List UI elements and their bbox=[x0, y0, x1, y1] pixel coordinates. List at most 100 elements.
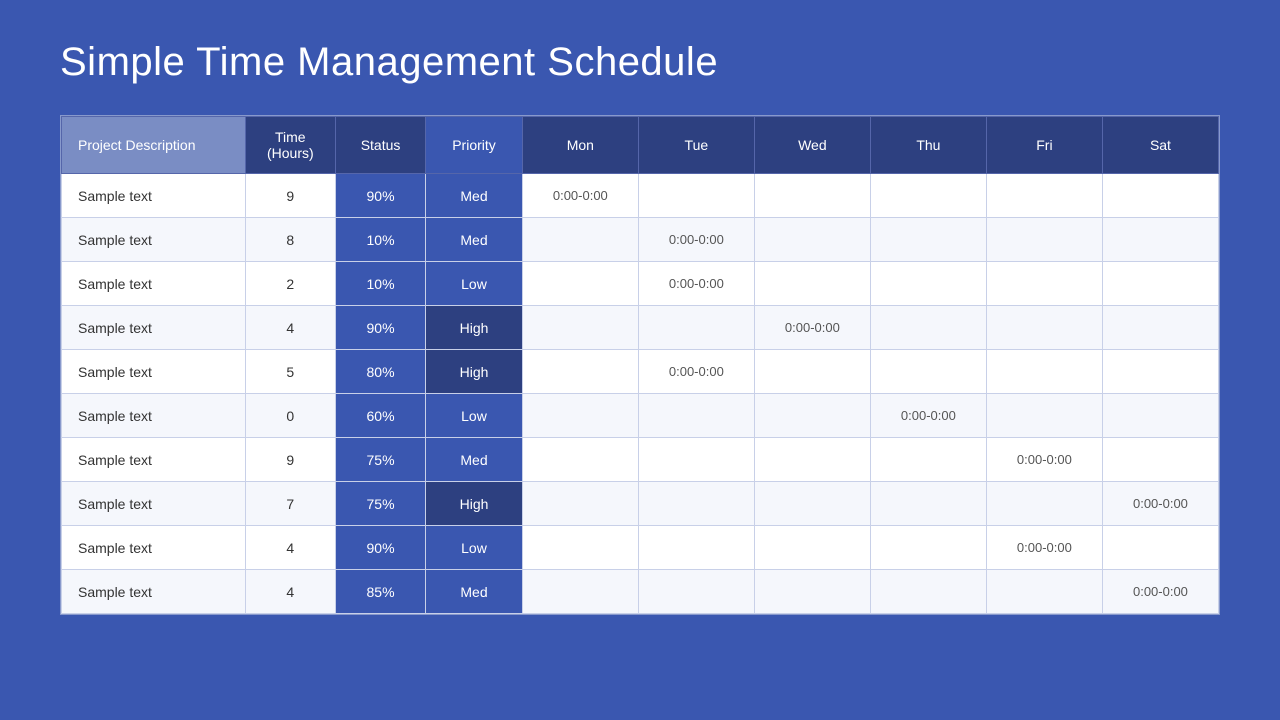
col-header-thu: Thu bbox=[870, 117, 986, 174]
thu-cell bbox=[870, 482, 986, 526]
mon-cell bbox=[522, 350, 638, 394]
table-body: Sample text990%Med0:00-0:00Sample text81… bbox=[62, 174, 1219, 614]
mon-cell bbox=[522, 306, 638, 350]
sat-cell bbox=[1102, 306, 1218, 350]
fri-cell bbox=[986, 262, 1102, 306]
sat-cell bbox=[1102, 526, 1218, 570]
page-title: Simple Time Management Schedule bbox=[60, 40, 718, 85]
tue-cell bbox=[638, 306, 754, 350]
col-header-wed: Wed bbox=[754, 117, 870, 174]
tue-cell bbox=[638, 526, 754, 570]
table-header: Project DescriptionTime (Hours)StatusPri… bbox=[62, 117, 1219, 174]
mon-cell: 0:00-0:00 bbox=[522, 174, 638, 218]
col-header-sat: Sat bbox=[1102, 117, 1218, 174]
col-header-project-desc: Project Description bbox=[62, 117, 246, 174]
thu-cell bbox=[870, 526, 986, 570]
mon-cell bbox=[522, 482, 638, 526]
time-cell: 8 bbox=[245, 218, 335, 262]
wed-cell bbox=[754, 394, 870, 438]
col-header-tue: Tue bbox=[638, 117, 754, 174]
col-header-mon: Mon bbox=[522, 117, 638, 174]
time-cell: 7 bbox=[245, 482, 335, 526]
wed-cell bbox=[754, 526, 870, 570]
priority-cell: High bbox=[426, 306, 523, 350]
wed-cell bbox=[754, 174, 870, 218]
mon-cell bbox=[522, 262, 638, 306]
sat-cell bbox=[1102, 174, 1218, 218]
project-desc-cell: Sample text bbox=[62, 526, 246, 570]
sat-cell bbox=[1102, 438, 1218, 482]
table-row: Sample text210%Low 0:00-0:00 bbox=[62, 262, 1219, 306]
sat-cell bbox=[1102, 218, 1218, 262]
status-cell: 75% bbox=[335, 482, 425, 526]
status-cell: 10% bbox=[335, 218, 425, 262]
table-row: Sample text060%Low 0:00-0:00 bbox=[62, 394, 1219, 438]
table-row: Sample text490%High0:00-0:00 bbox=[62, 306, 1219, 350]
time-cell: 4 bbox=[245, 306, 335, 350]
table-row: Sample text810%Med 0:00-0:00 bbox=[62, 218, 1219, 262]
sat-cell: 0:00-0:00 bbox=[1102, 482, 1218, 526]
status-cell: 90% bbox=[335, 174, 425, 218]
thu-cell bbox=[870, 218, 986, 262]
table-row: Sample text580%High0:00-0:00 bbox=[62, 350, 1219, 394]
col-header-status: Status bbox=[335, 117, 425, 174]
table-row: Sample text490%Low 0:00-0:00 bbox=[62, 526, 1219, 570]
status-cell: 60% bbox=[335, 394, 425, 438]
sat-cell bbox=[1102, 350, 1218, 394]
project-desc-cell: Sample text bbox=[62, 350, 246, 394]
fri-cell: 0:00-0:00 bbox=[986, 526, 1102, 570]
table-row: Sample text775%High0:00-0:00 bbox=[62, 482, 1219, 526]
fri-cell bbox=[986, 218, 1102, 262]
priority-cell: Low bbox=[426, 394, 523, 438]
project-desc-cell: Sample text bbox=[62, 174, 246, 218]
thu-cell bbox=[870, 350, 986, 394]
time-cell: 5 bbox=[245, 350, 335, 394]
schedule-table: Project DescriptionTime (Hours)StatusPri… bbox=[60, 115, 1220, 615]
priority-cell: Med bbox=[426, 438, 523, 482]
status-cell: 90% bbox=[335, 526, 425, 570]
tue-cell bbox=[638, 438, 754, 482]
tue-cell: 0:00-0:00 bbox=[638, 262, 754, 306]
time-cell: 4 bbox=[245, 526, 335, 570]
tue-cell: 0:00-0:00 bbox=[638, 350, 754, 394]
project-desc-cell: Sample text bbox=[62, 306, 246, 350]
thu-cell bbox=[870, 262, 986, 306]
time-cell: 9 bbox=[245, 438, 335, 482]
col-header-fri: Fri bbox=[986, 117, 1102, 174]
thu-cell bbox=[870, 174, 986, 218]
time-cell: 0 bbox=[245, 394, 335, 438]
priority-cell: Med bbox=[426, 218, 523, 262]
project-desc-cell: Sample text bbox=[62, 394, 246, 438]
sat-cell bbox=[1102, 394, 1218, 438]
status-cell: 85% bbox=[335, 570, 425, 614]
tue-cell: 0:00-0:00 bbox=[638, 218, 754, 262]
tue-cell bbox=[638, 482, 754, 526]
status-cell: 75% bbox=[335, 438, 425, 482]
fri-cell bbox=[986, 174, 1102, 218]
mon-cell bbox=[522, 394, 638, 438]
project-desc-cell: Sample text bbox=[62, 262, 246, 306]
priority-cell: Low bbox=[426, 526, 523, 570]
priority-cell: High bbox=[426, 350, 523, 394]
wed-cell bbox=[754, 570, 870, 614]
thu-cell: 0:00-0:00 bbox=[870, 394, 986, 438]
priority-cell: Low bbox=[426, 262, 523, 306]
fri-cell bbox=[986, 306, 1102, 350]
fri-cell bbox=[986, 482, 1102, 526]
wed-cell bbox=[754, 438, 870, 482]
project-desc-cell: Sample text bbox=[62, 570, 246, 614]
thu-cell bbox=[870, 438, 986, 482]
fri-cell bbox=[986, 570, 1102, 614]
sat-cell bbox=[1102, 262, 1218, 306]
col-header-time: Time (Hours) bbox=[245, 117, 335, 174]
priority-cell: Med bbox=[426, 174, 523, 218]
priority-cell: Med bbox=[426, 570, 523, 614]
fri-cell bbox=[986, 394, 1102, 438]
wed-cell bbox=[754, 262, 870, 306]
tue-cell bbox=[638, 570, 754, 614]
project-desc-cell: Sample text bbox=[62, 438, 246, 482]
time-cell: 2 bbox=[245, 262, 335, 306]
status-cell: 10% bbox=[335, 262, 425, 306]
thu-cell bbox=[870, 570, 986, 614]
project-desc-cell: Sample text bbox=[62, 218, 246, 262]
